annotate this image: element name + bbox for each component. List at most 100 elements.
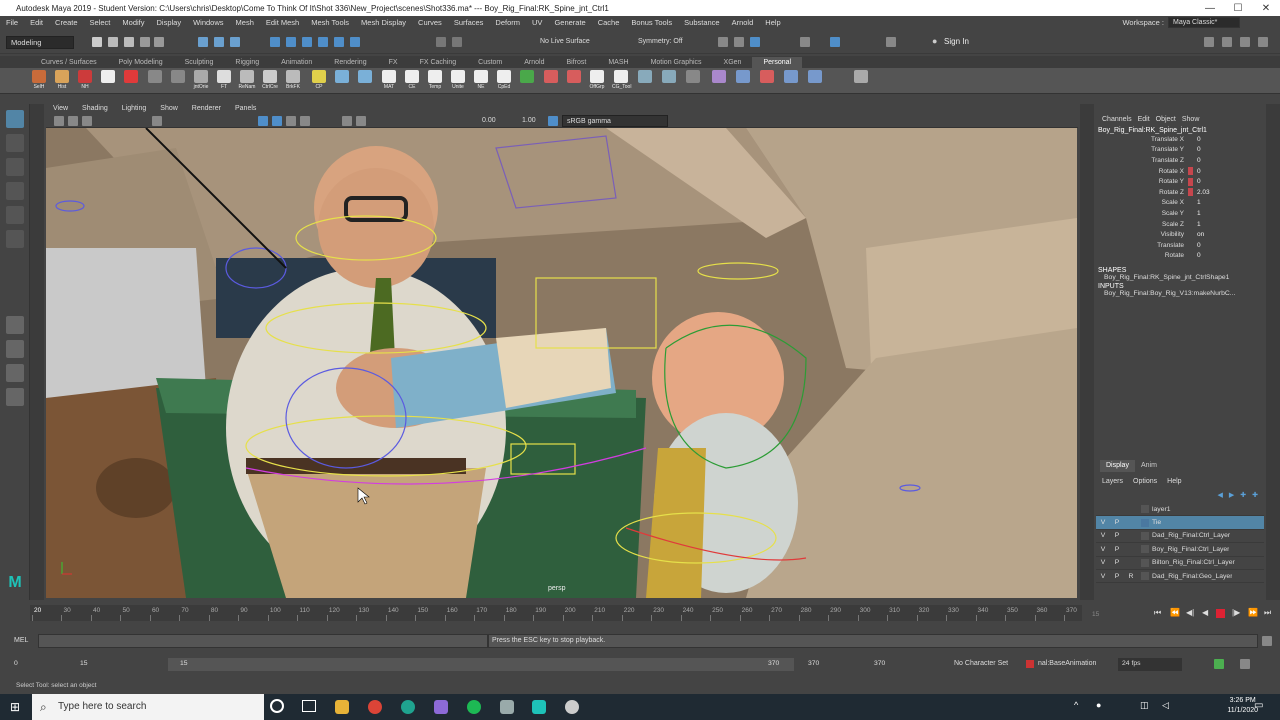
- layer-p-toggle[interactable]: P: [1110, 573, 1124, 580]
- layout-single-icon[interactable]: [6, 316, 24, 334]
- maya-taskbar-icon[interactable]: [532, 700, 546, 714]
- lights-icon[interactable]: [300, 116, 310, 126]
- menu-arnold[interactable]: Arnold: [726, 18, 760, 27]
- select-hierarchy-icon[interactable]: [198, 37, 208, 47]
- taskbar-search-box[interactable]: ⌕ Type here to search: [32, 694, 264, 720]
- shelf-tab-xgen[interactable]: XGen: [713, 57, 753, 68]
- menu-modify[interactable]: Modify: [116, 18, 150, 27]
- shelf-button-32[interactable]: [806, 70, 824, 92]
- shelf-button-13[interactable]: [333, 70, 351, 92]
- shelf-button-cg-tool[interactable]: CG_Tool: [612, 70, 631, 92]
- shelf-button-20[interactable]: [518, 70, 536, 92]
- render-settings-icon[interactable]: [800, 37, 810, 47]
- shelf-button-7[interactable]: [169, 70, 187, 92]
- fps-dropdown[interactable]: 24 fps: [1118, 658, 1182, 671]
- shelf-tab-rigging[interactable]: Rigging: [224, 57, 270, 68]
- show-attribute-editor-icon[interactable]: [1222, 37, 1232, 47]
- shelf-button-22[interactable]: [565, 70, 583, 92]
- shelf-button-ft[interactable]: FT: [215, 70, 233, 92]
- shelf-button-27[interactable]: [684, 70, 702, 92]
- attribute-editor-tab-strip[interactable]: [1266, 104, 1280, 600]
- shelf-button-offgrp[interactable]: OffGrp: [588, 70, 606, 92]
- layer-color-swatch[interactable]: [1141, 518, 1149, 527]
- shelf-button-14[interactable]: [356, 70, 374, 92]
- layer-v-toggle[interactable]: V: [1096, 559, 1110, 566]
- shelf-button-28[interactable]: [710, 70, 728, 92]
- shelf-tab-animation[interactable]: Animation: [270, 57, 323, 68]
- shelf-button-5[interactable]: [122, 70, 140, 92]
- menu-generate[interactable]: Generate: [548, 18, 591, 27]
- snap-surface-icon[interactable]: [334, 37, 344, 47]
- shape-node[interactable]: Boy_Rig_Final:RK_Spine_jnt_CtrlShape1: [1096, 274, 1264, 281]
- layer-color-swatch[interactable]: [1141, 505, 1149, 514]
- menu-select[interactable]: Select: [84, 18, 117, 27]
- shelf-tab-fx[interactable]: FX: [378, 57, 409, 68]
- layer-p-toggle[interactable]: P: [1110, 519, 1124, 526]
- user-icon[interactable]: ●: [932, 36, 937, 46]
- attribute-value[interactable]: on: [1193, 231, 1233, 238]
- select-tool-icon[interactable]: [6, 110, 24, 128]
- shelf-button-selh[interactable]: SelH: [30, 70, 48, 92]
- layers-menu[interactable]: Layers: [1102, 478, 1133, 485]
- layout-two-icon[interactable]: [6, 364, 24, 382]
- shelf-button-brkfk[interactable]: BrkFK: [284, 70, 302, 92]
- redo-icon[interactable]: [154, 37, 164, 47]
- sign-in-button[interactable]: Sign In: [944, 37, 969, 46]
- go-to-start-icon[interactable]: ⏮: [1154, 608, 1161, 618]
- layer-p-toggle[interactable]: P: [1110, 546, 1124, 553]
- snap-curve-icon[interactable]: [286, 37, 296, 47]
- playback-start-field[interactable]: 15: [76, 658, 136, 671]
- options-menu[interactable]: Options: [1133, 478, 1167, 485]
- scale-tool-icon[interactable]: [6, 230, 24, 248]
- attribute-value[interactable]: 1: [1193, 221, 1233, 228]
- app-icon-1[interactable]: [401, 700, 415, 714]
- menu-deform[interactable]: Deform: [489, 18, 526, 27]
- attribute-value[interactable]: 0: [1193, 168, 1233, 175]
- menu-edit[interactable]: Edit: [24, 18, 49, 27]
- menu-mesh[interactable]: Mesh: [230, 18, 260, 27]
- panel-menu-renderer[interactable]: Renderer: [185, 105, 228, 112]
- anim-layer-dropdown[interactable]: nal:BaseAnimation: [1038, 660, 1096, 667]
- shelf-tab-bifrost[interactable]: Bifrost: [556, 57, 598, 68]
- layer-tab-anim[interactable]: Anim: [1135, 460, 1163, 472]
- volume-icon[interactable]: ◁: [1162, 700, 1169, 711]
- tool-settings-tab-strip[interactable]: [1080, 104, 1094, 600]
- mel-label[interactable]: MEL: [14, 637, 28, 644]
- channels-menu[interactable]: Channels: [1102, 116, 1138, 123]
- stop-playback-icon[interactable]: [1216, 609, 1225, 618]
- shelf-button-ce[interactable]: CE: [403, 70, 421, 92]
- attribute-row[interactable]: Translate 0: [1096, 240, 1264, 251]
- show-layer-editor-icon[interactable]: [1258, 37, 1268, 47]
- layer-color-swatch[interactable]: [1141, 531, 1149, 540]
- render-frame-icon[interactable]: [734, 37, 744, 47]
- layer-row[interactable]: V P R Dad_Rig_Final:Geo_Layer: [1096, 570, 1264, 584]
- camera-attr-icon[interactable]: [68, 116, 78, 126]
- attribute-row[interactable]: Translate Y 0: [1096, 145, 1264, 156]
- script-editor-icon[interactable]: [1262, 636, 1272, 646]
- menu-curves[interactable]: Curves: [412, 18, 448, 27]
- attribute-row[interactable]: Rotate X 0: [1096, 166, 1264, 177]
- attribute-row[interactable]: Visibility on: [1096, 229, 1264, 240]
- menu-mesh-display[interactable]: Mesh Display: [355, 18, 412, 27]
- layout-four-icon[interactable]: [6, 340, 24, 358]
- anim-prefs-icon[interactable]: [1240, 659, 1250, 669]
- attribute-row[interactable]: Translate X 0: [1096, 134, 1264, 145]
- shelf-button-31[interactable]: [782, 70, 800, 92]
- layer-r-toggle[interactable]: R: [1124, 573, 1138, 580]
- attribute-row[interactable]: Scale Z 1: [1096, 219, 1264, 230]
- attribute-row[interactable]: Rotate Z 2.03: [1096, 187, 1264, 198]
- hypershade-icon[interactable]: [830, 37, 840, 47]
- maximize-button[interactable]: ☐: [1224, 3, 1252, 14]
- lasso-tool-icon[interactable]: [6, 134, 24, 152]
- select-component-icon[interactable]: [230, 37, 240, 47]
- open-scene-icon[interactable]: [108, 37, 118, 47]
- command-input[interactable]: [38, 634, 488, 648]
- menu-substance[interactable]: Substance: [678, 18, 725, 27]
- rotate-tool-icon[interactable]: [6, 206, 24, 224]
- network-icon[interactable]: ◫: [1140, 700, 1149, 711]
- undo-icon[interactable]: [140, 37, 150, 47]
- shelf-button-29[interactable]: [734, 70, 752, 92]
- menu-edit-mesh[interactable]: Edit Mesh: [260, 18, 305, 27]
- shelf-button-30[interactable]: [758, 70, 776, 92]
- paint-select-tool-icon[interactable]: [6, 158, 24, 176]
